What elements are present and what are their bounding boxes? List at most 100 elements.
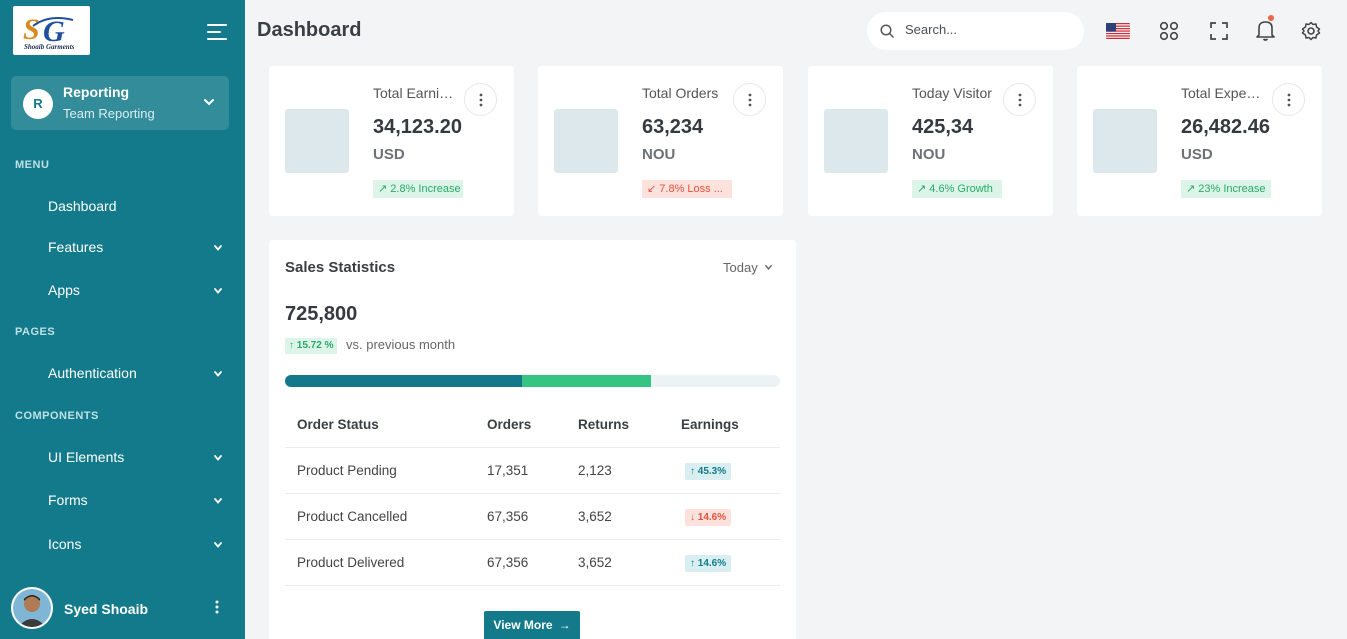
notification-dot — [1268, 15, 1274, 21]
stat-unit: USD — [373, 146, 405, 163]
period-dropdown[interactable]: Today — [723, 260, 773, 275]
search-box[interactable] — [867, 12, 1084, 50]
stat-number: 63,234 — [642, 116, 704, 138]
stat-title: Total Expenses — [1181, 85, 1267, 101]
order-status-cell: Product Pending — [297, 463, 397, 478]
sidebar-item-icons[interactable]: Icons — [0, 526, 245, 562]
apps-grid-icon[interactable] — [1159, 21, 1179, 41]
sidebar-item-forms[interactable]: Forms — [0, 482, 245, 518]
stat-thumbnail — [824, 109, 888, 173]
gear-icon[interactable] — [1301, 21, 1321, 41]
sales-change-badge: ↑ 15.72 % — [285, 338, 338, 354]
sidebar-item-label: UI Elements — [48, 449, 125, 465]
sales-progress-bar — [285, 375, 780, 387]
sidebar-item-dashboard[interactable]: Dashboard — [0, 188, 245, 224]
stat-value: 34,123.20 USD — [373, 114, 465, 168]
orders-table: Order Status Orders Returns Earnings Pro… — [285, 405, 780, 586]
sidebar-item-label: Icons — [48, 536, 82, 552]
period-label: Today — [723, 260, 758, 275]
sidebar-item-features[interactable]: Features — [0, 229, 245, 265]
sidebar-item-label: Dashboard — [48, 198, 117, 214]
stat-card-expenses: Total Expenses 26,482.46 USD ↗ 23% Incre… — [1077, 66, 1322, 216]
svg-text:S: S — [23, 13, 40, 46]
search-input[interactable] — [905, 22, 1075, 37]
more-vertical-icon — [748, 93, 752, 107]
avatar — [11, 587, 53, 629]
table-row: Product Delivered 67,356 3,652 ↑ 14.6% — [285, 540, 780, 586]
more-options-button[interactable] — [1003, 83, 1036, 116]
sidebar-item-label: Authentication — [48, 365, 137, 381]
sidebar-item-authentication[interactable]: Authentication — [0, 355, 245, 391]
section-label-menu: MENU — [15, 159, 50, 171]
chevron-down-icon — [214, 455, 222, 461]
stat-thumbnail — [554, 109, 618, 173]
comparison-text: vs. previous month — [346, 337, 456, 352]
company-logo[interactable]: S G Shoaib Garments — [13, 6, 90, 55]
stat-value: 63,234 NOU — [642, 114, 734, 168]
sidebar-item-apps[interactable]: Apps — [0, 272, 245, 308]
sidebar-item-label: Forms — [48, 492, 88, 508]
chevron-down-icon — [214, 542, 222, 548]
stat-unit: NOU — [912, 146, 946, 163]
chevron-down-icon — [765, 264, 773, 270]
table-row: Product Cancelled 67,356 3,652 ↓ 14.6% — [285, 494, 780, 540]
sidebar-item-label: Features — [48, 239, 104, 255]
column-header: Earnings — [681, 417, 739, 432]
stat-thumbnail — [285, 109, 349, 173]
user-name: Syed Shoaib — [64, 601, 149, 617]
stat-unit: NOU — [642, 146, 676, 163]
returns-cell: 2,123 — [578, 463, 612, 478]
earnings-badge: ↓ 14.6% — [685, 509, 732, 526]
stat-card-visitors: Today Visitor 425,34 NOU ↗ 4.6% Growth — [808, 66, 1053, 216]
team-avatar: R — [23, 89, 53, 119]
user-profile[interactable]: Syed Shoaib — [0, 582, 245, 634]
search-icon — [880, 24, 894, 38]
stat-card-earnings: Total Earnings 34,123.20 USD ↗ 2.8% Incr… — [269, 66, 514, 216]
table-row: Product Pending 17,351 2,123 ↑ 45.3% — [285, 448, 780, 494]
stat-value: 425,34 NOU — [912, 114, 1004, 168]
earnings-badge: ↑ 45.3% — [685, 463, 732, 480]
more-vertical-icon — [1287, 93, 1291, 107]
stat-change-badge: ↗ 2.8% Increase — [373, 180, 463, 198]
sidebar: S G Shoaib Garments R Reporting Team Rep… — [0, 0, 245, 639]
more-vertical-icon — [479, 93, 483, 107]
column-header: Order Status — [297, 417, 379, 432]
orders-cell: 67,356 — [487, 555, 529, 570]
column-header: Orders — [487, 417, 532, 432]
chevron-down-icon — [214, 498, 222, 504]
view-more-button[interactable]: View More → — [484, 611, 580, 639]
stat-title: Today Visitor — [912, 85, 992, 101]
table-header-row: Order Status Orders Returns Earnings — [285, 405, 780, 448]
us-flag-icon[interactable] — [1106, 23, 1130, 39]
column-header: Returns — [578, 417, 630, 432]
earnings-badge: ↑ 14.6% — [685, 555, 732, 572]
page-title: Dashboard — [257, 19, 362, 41]
section-label-pages: PAGES — [15, 326, 56, 338]
team-title: Reporting — [63, 84, 130, 100]
orders-cell: 17,351 — [487, 463, 529, 478]
stat-card-orders: Total Orders 63,234 NOU ↙ 7.8% Loss ... — [538, 66, 783, 216]
sidebar-item-label: Apps — [48, 282, 80, 298]
chevron-down-icon — [214, 288, 222, 294]
stat-number: 26,482.46 — [1181, 116, 1270, 138]
returns-cell: 3,652 — [578, 509, 612, 524]
team-subtitle: Team Reporting — [63, 106, 155, 121]
stat-thumbnail — [1093, 109, 1157, 173]
more-options-button[interactable] — [1272, 83, 1305, 116]
sales-statistics-card: Sales Statistics Today 725,800 ↑ 15.72 %… — [269, 240, 796, 639]
chevron-down-icon — [214, 245, 222, 251]
section-label-components: COMPONENTS — [15, 410, 99, 422]
fullscreen-icon[interactable] — [1210, 22, 1228, 40]
sidebar-item-ui-elements[interactable]: UI Elements — [0, 439, 245, 475]
orders-cell: 67,356 — [487, 509, 529, 524]
menu-toggle-icon[interactable] — [207, 24, 227, 40]
sales-total: 725,800 — [285, 303, 358, 325]
more-vertical-icon[interactable] — [214, 600, 220, 614]
stat-value: 26,482.46 USD — [1181, 114, 1273, 168]
stat-number: 34,123.20 — [373, 116, 462, 138]
team-switcher[interactable]: R Reporting Team Reporting — [11, 76, 229, 130]
chevron-down-icon — [214, 371, 222, 377]
bell-icon[interactable] — [1256, 19, 1275, 41]
more-options-button[interactable] — [733, 83, 766, 116]
more-options-button[interactable] — [464, 83, 497, 116]
